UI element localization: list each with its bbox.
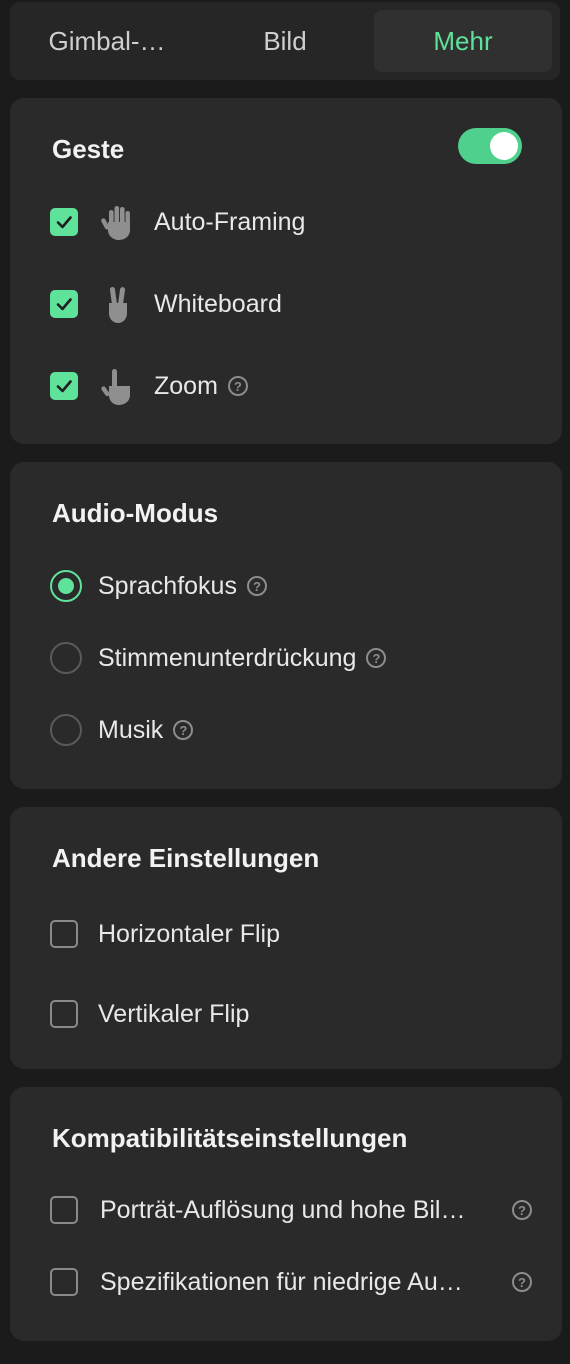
gesture-toggle[interactable] xyxy=(458,128,522,164)
gesture-item-zoom[interactable]: Zoom ? xyxy=(50,364,532,408)
victory-hand-icon xyxy=(109,287,127,323)
tab-gimbal[interactable]: Gimbal-… xyxy=(18,10,196,72)
settings-panel: Gimbal-… Bild Mehr Geste Auto-Framing Wh… xyxy=(0,0,570,1364)
gesture-item-label: Zoom xyxy=(154,371,218,400)
audio-card: Audio-Modus Sprachfokus ? Stimmenunterdr… xyxy=(10,462,562,789)
compat-item-label: Spezifikationen für niedrige Au… xyxy=(100,1267,463,1296)
help-icon[interactable]: ? xyxy=(366,648,387,668)
gesture-item-label: Whiteboard xyxy=(154,289,282,318)
pointing-hand-icon xyxy=(101,369,130,405)
compat-title: Kompatibilitätseinstellungen xyxy=(52,1123,408,1153)
help-icon[interactable]: ? xyxy=(246,576,267,596)
gesture-item-label: Auto-Framing xyxy=(154,207,306,236)
audio-option-label: Stimmenunterdrückung xyxy=(98,643,357,672)
checkbox-unchecked[interactable] xyxy=(50,1000,78,1028)
compat-item-portrait-resolution[interactable]: Porträt-Auflösung und hohe Bil… ? xyxy=(50,1188,532,1232)
compat-card: Kompatibilitätseinstellungen Porträt-Auf… xyxy=(10,1087,562,1341)
checkbox-checked[interactable] xyxy=(50,290,78,318)
gesture-item-whiteboard[interactable]: Whiteboard xyxy=(50,282,532,326)
open-hand-icon xyxy=(101,206,130,240)
radio-unselected[interactable] xyxy=(50,642,82,674)
gesture-card: Geste Auto-Framing Whiteboard Zoom ? xyxy=(10,98,562,444)
checkbox-unchecked[interactable] xyxy=(50,1268,78,1296)
help-icon[interactable]: ? xyxy=(173,720,194,740)
radio-selected[interactable] xyxy=(50,570,82,602)
gesture-title: Geste xyxy=(52,134,125,164)
compat-item-label: Porträt-Auflösung und hohe Bil… xyxy=(100,1195,466,1224)
checkbox-checked[interactable] xyxy=(50,372,78,400)
gesture-item-auto-framing[interactable]: Auto-Framing xyxy=(50,200,532,244)
checkbox-unchecked[interactable] xyxy=(50,920,78,948)
audio-option-sprachfokus[interactable]: Sprachfokus ? xyxy=(50,564,532,608)
other-item-vertical-flip[interactable]: Vertikaler Flip xyxy=(50,992,532,1036)
audio-option-label: Sprachfokus xyxy=(98,571,237,600)
other-item-label: Vertikaler Flip xyxy=(98,999,250,1028)
audio-option-musik[interactable]: Musik ? xyxy=(50,708,532,752)
audio-option-stimmenunterdrueckung[interactable]: Stimmenunterdrückung ? xyxy=(50,636,532,680)
radio-unselected[interactable] xyxy=(50,714,82,746)
checkbox-unchecked[interactable] xyxy=(50,1196,78,1224)
toggle-knob xyxy=(490,132,518,160)
other-settings-title: Andere Einstellungen xyxy=(52,843,320,873)
other-settings-card: Andere Einstellungen Horizontaler Flip V… xyxy=(10,807,562,1069)
tab-bild[interactable]: Bild xyxy=(196,10,374,72)
tab-bar: Gimbal-… Bild Mehr xyxy=(10,2,560,80)
compat-item-low-spec[interactable]: Spezifikationen für niedrige Au… ? xyxy=(50,1260,532,1304)
tab-mehr[interactable]: Mehr xyxy=(374,10,552,72)
help-icon[interactable]: ? xyxy=(512,1272,532,1292)
audio-title: Audio-Modus xyxy=(52,498,219,528)
help-icon[interactable]: ? xyxy=(227,376,248,396)
audio-option-label: Musik xyxy=(98,715,164,744)
checkbox-checked[interactable] xyxy=(50,208,78,236)
help-icon[interactable]: ? xyxy=(512,1200,532,1220)
other-item-horizontal-flip[interactable]: Horizontaler Flip xyxy=(50,912,532,956)
other-item-label: Horizontaler Flip xyxy=(98,919,281,948)
